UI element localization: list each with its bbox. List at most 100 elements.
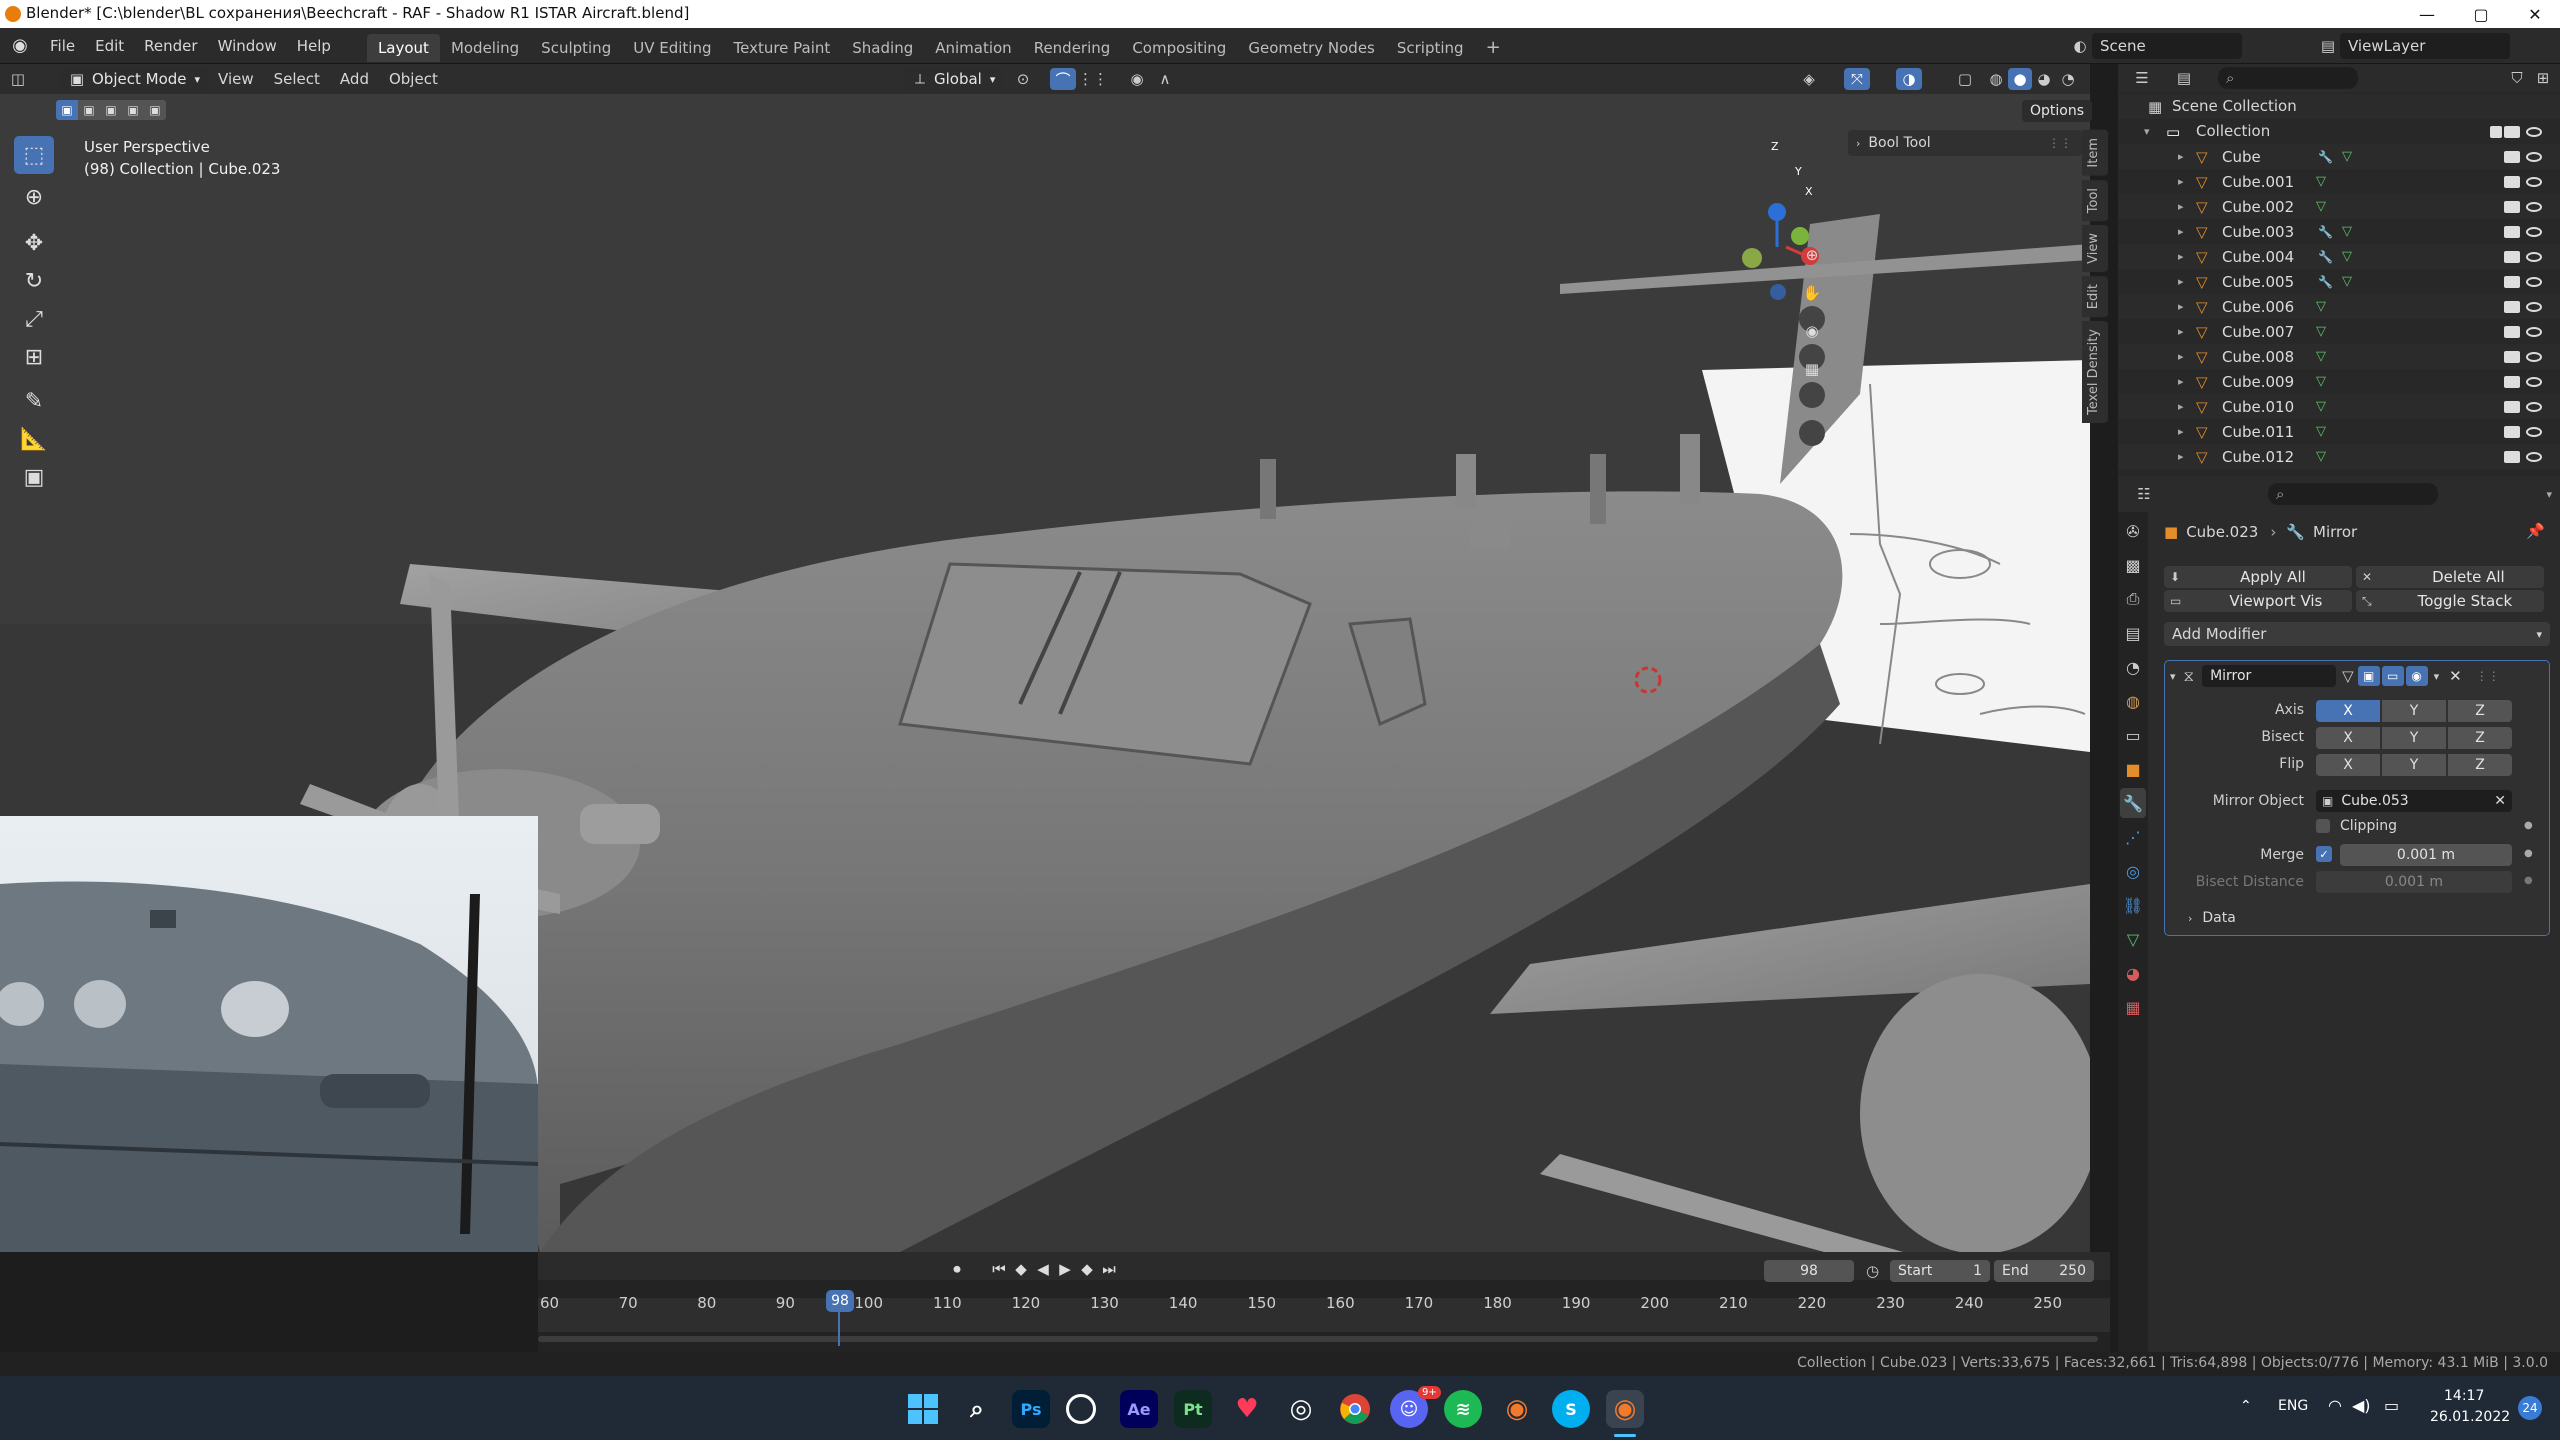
battery-icon[interactable]: ▭ bbox=[2384, 1396, 2399, 1415]
clock-time[interactable]: 14:17 bbox=[2444, 1388, 2484, 1404]
chevron-right-icon[interactable]: ▸ bbox=[2178, 425, 2184, 438]
camera-icon[interactable] bbox=[2504, 125, 2520, 138]
menu-window[interactable]: Window bbox=[208, 28, 287, 64]
eye-icon[interactable] bbox=[2526, 401, 2542, 412]
properties-editor-icon[interactable]: ☷ bbox=[2130, 485, 2158, 503]
camera-icon[interactable] bbox=[2504, 325, 2520, 338]
jump-keyframe-forward-icon[interactable]: ◆ bbox=[1076, 1260, 1098, 1278]
tab-view[interactable]: View bbox=[2082, 224, 2108, 272]
material-shading-icon[interactable]: ◕ bbox=[2032, 68, 2056, 90]
mesh-data-icon[interactable]: ▽ bbox=[2316, 449, 2326, 464]
select-subtract-icon[interactable]: ▣ bbox=[100, 100, 122, 120]
checkbox-icon[interactable] bbox=[2490, 125, 2502, 138]
clock-date[interactable]: 26.01.2022 bbox=[2430, 1409, 2510, 1425]
tab-texel-density[interactable]: Texel Density bbox=[2082, 320, 2108, 423]
physics-tab-icon[interactable]: ◎ bbox=[2120, 856, 2146, 886]
tool-tab-icon[interactable]: ✇ bbox=[2120, 516, 2146, 546]
menu-file[interactable]: File bbox=[40, 28, 85, 64]
end-frame-field[interactable]: End 250 bbox=[1994, 1260, 2094, 1282]
tab-tool[interactable]: Tool bbox=[2082, 179, 2108, 221]
outliner-search-input[interactable]: ⌕ bbox=[2218, 67, 2358, 89]
photoshop-icon[interactable]: Ps bbox=[1012, 1390, 1050, 1428]
tab-layout[interactable]: Layout bbox=[366, 33, 440, 62]
select-invert-icon[interactable]: ▣ bbox=[122, 100, 144, 120]
chevron-right-icon[interactable]: ▸ bbox=[2178, 250, 2184, 263]
spotify-icon[interactable]: ≋ bbox=[1444, 1390, 1482, 1428]
eye-icon[interactable] bbox=[2526, 226, 2542, 237]
output-tab-icon[interactable]: ⎙ bbox=[2120, 584, 2146, 614]
clipping-checkbox[interactable]: Clipping bbox=[2316, 818, 2397, 834]
camera-icon[interactable] bbox=[2504, 450, 2520, 463]
play-icon[interactable]: ▶ bbox=[1054, 1260, 1076, 1278]
outliner-object-row[interactable]: ▸ ▽ Cube ▽ 🔧 bbox=[2118, 144, 2560, 169]
scene-tab-icon[interactable]: ◔ bbox=[2120, 652, 2146, 682]
material-tab-icon[interactable]: ◕ bbox=[2120, 958, 2146, 988]
particles-tab-icon[interactable]: ⋰ bbox=[2120, 822, 2146, 852]
drag-handle-icon[interactable]: ⋮⋮ bbox=[2048, 136, 2072, 150]
pin-icon[interactable]: 📌 bbox=[2526, 522, 2545, 540]
tab-scripting[interactable]: Scripting bbox=[1386, 34, 1475, 62]
data-subpanel[interactable]: › Data bbox=[2188, 910, 2236, 926]
chevron-up-icon[interactable]: ⌃ bbox=[2240, 1398, 2252, 1414]
eye-icon[interactable] bbox=[2526, 451, 2542, 462]
timeline-scrollbar[interactable] bbox=[538, 1336, 2098, 1342]
annotate-tool-icon[interactable]: ✎ bbox=[14, 382, 54, 420]
render-tab-icon[interactable]: ▩ bbox=[2120, 550, 2146, 580]
language-indicator[interactable]: ENG bbox=[2278, 1398, 2308, 1414]
checkbox-icon[interactable] bbox=[2316, 819, 2330, 833]
tab-animation[interactable]: Animation bbox=[924, 34, 1022, 62]
object-tab-icon[interactable]: ■ bbox=[2120, 754, 2146, 784]
render-toggle-icon[interactable]: ◉ bbox=[2405, 666, 2428, 686]
eye-icon[interactable] bbox=[2526, 176, 2542, 187]
cursor-tool-icon[interactable]: ⊕ bbox=[14, 178, 54, 216]
camera-icon[interactable] bbox=[2504, 350, 2520, 363]
add-modifier-dropdown[interactable]: Add Modifier ▾ bbox=[2164, 622, 2550, 646]
mesh-data-icon[interactable]: ▽ bbox=[2316, 199, 2326, 214]
tab-compositing[interactable]: Compositing bbox=[1121, 34, 1237, 62]
mesh-data-icon[interactable]: ▽ bbox=[2316, 399, 2326, 414]
camera-icon[interactable] bbox=[2504, 375, 2520, 388]
outliner-object-row[interactable]: ▸ ▽ Cube.005 ▽ 🔧 bbox=[2118, 269, 2560, 294]
collection-tab-icon[interactable]: ▭ bbox=[2120, 720, 2146, 750]
select-intersect-icon[interactable]: ▣ bbox=[144, 100, 166, 120]
toggle-stack-button[interactable]: ⤡ Toggle Stack bbox=[2356, 590, 2544, 612]
menu-view[interactable]: View bbox=[208, 64, 264, 94]
camera-icon[interactable] bbox=[2504, 275, 2520, 288]
chevron-right-icon[interactable]: ▸ bbox=[2178, 175, 2184, 188]
mesh-data-icon[interactable]: ▽ bbox=[2316, 299, 2326, 314]
mesh-data-icon[interactable]: ▽ bbox=[2342, 224, 2352, 239]
outliner-object-row[interactable]: ▸ ▽ Cube.004 ▽ 🔧 bbox=[2118, 244, 2560, 269]
axis-y-toggle[interactable]: Y bbox=[2382, 700, 2446, 722]
wireframe-shading-icon[interactable]: ◍ bbox=[1984, 68, 2008, 90]
merge-checkbox[interactable]: ✓ bbox=[2316, 846, 2332, 862]
play-reverse-icon[interactable]: ◀ bbox=[1032, 1260, 1054, 1278]
after-effects-icon[interactable]: Ae bbox=[1120, 1390, 1158, 1428]
eye-icon[interactable] bbox=[2526, 351, 2542, 362]
timeline-ruler[interactable] bbox=[538, 1298, 2110, 1332]
close-window-button[interactable]: ✕ bbox=[2508, 0, 2560, 28]
mesh-data-icon[interactable]: ▽ bbox=[2342, 249, 2352, 264]
collection-row[interactable]: ▾ ▭ bbox=[2118, 119, 2560, 144]
rendered-shading-icon[interactable]: ◔ bbox=[2056, 68, 2080, 90]
snap-magnet-icon[interactable]: ⌒ bbox=[1050, 68, 1076, 90]
mesh-data-icon[interactable]: ▽ bbox=[2316, 324, 2326, 339]
chevron-right-icon[interactable]: ▸ bbox=[2178, 300, 2184, 313]
keyframe-dot-icon[interactable]: ● bbox=[2524, 848, 2533, 859]
chevron-right-icon[interactable]: ▸ bbox=[2178, 225, 2184, 238]
outliner-object-row[interactable]: ▸ ▽ Cube.010 ▽ bbox=[2118, 394, 2560, 419]
current-frame-field[interactable]: 98 bbox=[1764, 1260, 1854, 1282]
view-layer-name[interactable]: ViewLayer bbox=[2340, 33, 2510, 59]
camera-icon[interactable] bbox=[2504, 175, 2520, 188]
flip-y-toggle[interactable]: Y bbox=[2382, 754, 2446, 776]
object-mode-dropdown[interactable]: ▣ Object Mode ▾ bbox=[60, 67, 209, 91]
options-dropdown[interactable]: Options bbox=[2022, 100, 2092, 122]
tab-item[interactable]: Item bbox=[2082, 130, 2108, 176]
menu-object[interactable]: Object bbox=[379, 64, 448, 94]
rotate-tool-icon[interactable]: ↻ bbox=[14, 262, 54, 300]
modifier-icon[interactable]: 🔧 bbox=[2318, 225, 2333, 239]
windows-start-icon[interactable] bbox=[904, 1390, 942, 1428]
chevron-right-icon[interactable]: ▸ bbox=[2178, 200, 2184, 213]
mesh-data-icon[interactable]: ▽ bbox=[2316, 424, 2326, 439]
outliner-object-row[interactable]: ▸ ▽ Cube.002 ▽ bbox=[2118, 194, 2560, 219]
chevron-right-icon[interactable]: ▸ bbox=[2178, 275, 2184, 288]
